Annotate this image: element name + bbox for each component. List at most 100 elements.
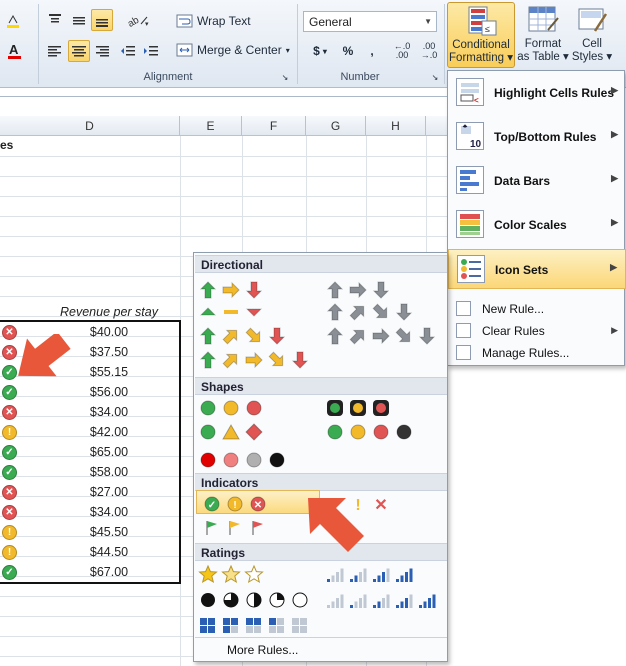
orientation-icon[interactable]: ab ▾ — [125, 9, 153, 31]
new-rule-icon — [456, 301, 471, 316]
revenue-cell[interactable]: $56.00 — [40, 385, 178, 399]
cell-styles-button[interactable]: Cell Styles ▾ — [569, 2, 615, 68]
decrease-indent-icon[interactable] — [117, 40, 139, 62]
table-row[interactable]: ! $45.50 — [0, 522, 180, 542]
table-row[interactable]: ✕ $27.00 — [0, 482, 180, 502]
icon-set-5-boxes[interactable] — [198, 615, 313, 637]
icon-set-3-signs[interactable] — [198, 421, 267, 443]
align-middle-icon[interactable] — [68, 9, 90, 31]
table-row[interactable]: ✓ $56.00 — [0, 382, 180, 402]
table-row[interactable]: ✓ $58.00 — [0, 462, 180, 482]
revenue-cell[interactable]: $45.50 — [40, 525, 178, 539]
revenue-cell[interactable]: $42.00 — [40, 425, 178, 439]
icon-set-red-to-black[interactable] — [198, 449, 290, 471]
dialog-launcher-icon[interactable]: ↘ — [429, 70, 441, 84]
align-top-icon[interactable] — [44, 9, 66, 31]
column-header-h[interactable]: H — [366, 116, 426, 136]
align-left-icon[interactable] — [44, 40, 66, 62]
yellow-exclamation-icon: ! — [2, 545, 17, 560]
icon-set-3-symbols-circled[interactable]: ✓! ✕ — [202, 493, 271, 515]
font-color-icon[interactable]: A — [4, 40, 28, 62]
comma-button[interactable]: , — [361, 40, 383, 62]
format-as-table-button[interactable]: Format as Table ▾ — [517, 2, 569, 68]
manage-rules-item[interactable]: Manage Rules... — [448, 342, 626, 364]
icon-set-glyph-icon — [291, 351, 309, 369]
dialog-launcher-icon[interactable]: ↘ — [279, 70, 291, 84]
svg-text:✓: ✓ — [208, 500, 216, 511]
icon-set-glyph-icon — [199, 281, 217, 299]
wrap-text-icon — [176, 14, 193, 28]
column-header-e[interactable]: E — [180, 116, 242, 136]
icon-set-5-arrows-gray[interactable] — [325, 325, 440, 347]
revenue-cell[interactable]: $44.50 — [40, 545, 178, 559]
more-rules-item[interactable]: More Rules... — [227, 643, 298, 657]
wrap-text-button[interactable]: Wrap Text — [176, 11, 276, 31]
gridline — [0, 176, 447, 177]
revenue-cell[interactable]: $67.00 — [40, 565, 178, 579]
column-header-g[interactable]: G — [306, 116, 366, 136]
icon-set-3-traffic-lights-rimmed[interactable] — [325, 397, 394, 419]
cell-title-partial[interactable]: es — [0, 138, 13, 152]
icon-set-4-ratings[interactable] — [325, 563, 417, 585]
table-row[interactable]: ! $42.00 — [0, 422, 180, 442]
increase-indent-icon[interactable] — [140, 40, 162, 62]
align-right-icon[interactable] — [91, 40, 113, 62]
revenue-cell[interactable]: $34.00 — [40, 405, 178, 419]
decrease-decimal-button[interactable]: .00 →.0 — [416, 40, 442, 62]
column-header-d[interactable]: D — [0, 116, 180, 136]
currency-button[interactable]: $ ▾ — [305, 40, 335, 62]
icon-set-5-arrows[interactable] — [198, 349, 313, 371]
table-row[interactable]: ! $44.50 — [0, 542, 180, 562]
percent-button[interactable]: % — [337, 40, 359, 62]
column-header-f[interactable]: F — [242, 116, 306, 136]
icon-set-4-arrows-gray[interactable] — [325, 301, 417, 323]
icon-set-glyph-icon — [246, 592, 262, 608]
align-bottom-icon[interactable] — [91, 9, 113, 31]
icon-set-glyph-icon — [350, 400, 366, 416]
clear-rules-item[interactable]: Clear Rules ▶ — [448, 320, 626, 342]
icon-set-3-stars[interactable] — [198, 563, 267, 585]
highlight-cells-rules-item[interactable]: < Highlight Cells Rules ▶ — [448, 73, 626, 113]
format-as-table-icon — [526, 4, 560, 36]
format-as-table-label-2: as Table ▾ — [517, 51, 569, 63]
icon-set-3-triangles[interactable] — [198, 301, 267, 323]
table-row[interactable]: ✓ $67.00 — [0, 562, 180, 582]
revenue-header[interactable]: Revenue per stay — [40, 305, 178, 319]
table-row[interactable]: ✓ $65.00 — [0, 442, 180, 462]
icon-set-3-flags[interactable] — [202, 517, 271, 539]
section-directional: Directional — [195, 255, 447, 273]
table-row[interactable]: ✕ $34.00 — [0, 402, 180, 422]
icon-set-3-traffic-lights-unrimmed[interactable] — [198, 397, 267, 419]
icon-set-3-arrows-gray[interactable] — [325, 279, 394, 301]
icon-set-glyph-icon — [268, 327, 286, 345]
top-bottom-rules-item[interactable]: 10 Top/Bottom Rules ▶ — [448, 117, 626, 157]
merge-center-button[interactable]: Merge & Center ▾ — [176, 40, 292, 60]
fill-color-icon[interactable] — [2, 10, 24, 32]
number-format-select[interactable]: General ▼ — [303, 11, 437, 32]
align-center-icon[interactable] — [68, 40, 90, 62]
icon-set-5-ratings[interactable] — [325, 589, 440, 611]
revenue-cell[interactable]: $34.00 — [40, 505, 178, 519]
icon-set-4-traffic-lights[interactable] — [325, 421, 417, 443]
chevron-right-icon: ▶ — [611, 129, 618, 139]
revenue-cell[interactable]: $27.00 — [40, 485, 178, 499]
new-rule-item[interactable]: New Rule... — [448, 298, 626, 320]
revenue-cell[interactable]: $58.00 — [40, 465, 178, 479]
icon-set-glyph-icon — [222, 281, 240, 299]
icon-set-3-arrows[interactable] — [198, 279, 267, 301]
icon-set-5-quarters[interactable] — [198, 589, 313, 611]
icon-set-glyph-icon — [223, 618, 238, 633]
separator — [297, 4, 298, 84]
icon-set-glyph-icon — [221, 564, 241, 584]
icon-set-glyph-icon — [349, 329, 365, 345]
icon-set-glyph-icon — [201, 593, 215, 607]
increase-decimal-button[interactable]: ←.0 .00 — [389, 40, 415, 62]
conditional-formatting-button[interactable]: ≤ Conditional Formatting ▾ — [447, 2, 515, 68]
icon-set-4-arrows[interactable] — [198, 325, 290, 347]
color-scales-item[interactable]: Color Scales ▶ — [448, 205, 626, 245]
chevron-right-icon: ▶ — [610, 262, 617, 272]
icon-sets-item[interactable]: Icon Sets ▶ — [448, 249, 626, 289]
revenue-cell[interactable]: $65.00 — [40, 445, 178, 459]
data-bars-item[interactable]: Data Bars ▶ — [448, 161, 626, 201]
table-row[interactable]: ✕ $34.00 — [0, 502, 180, 522]
